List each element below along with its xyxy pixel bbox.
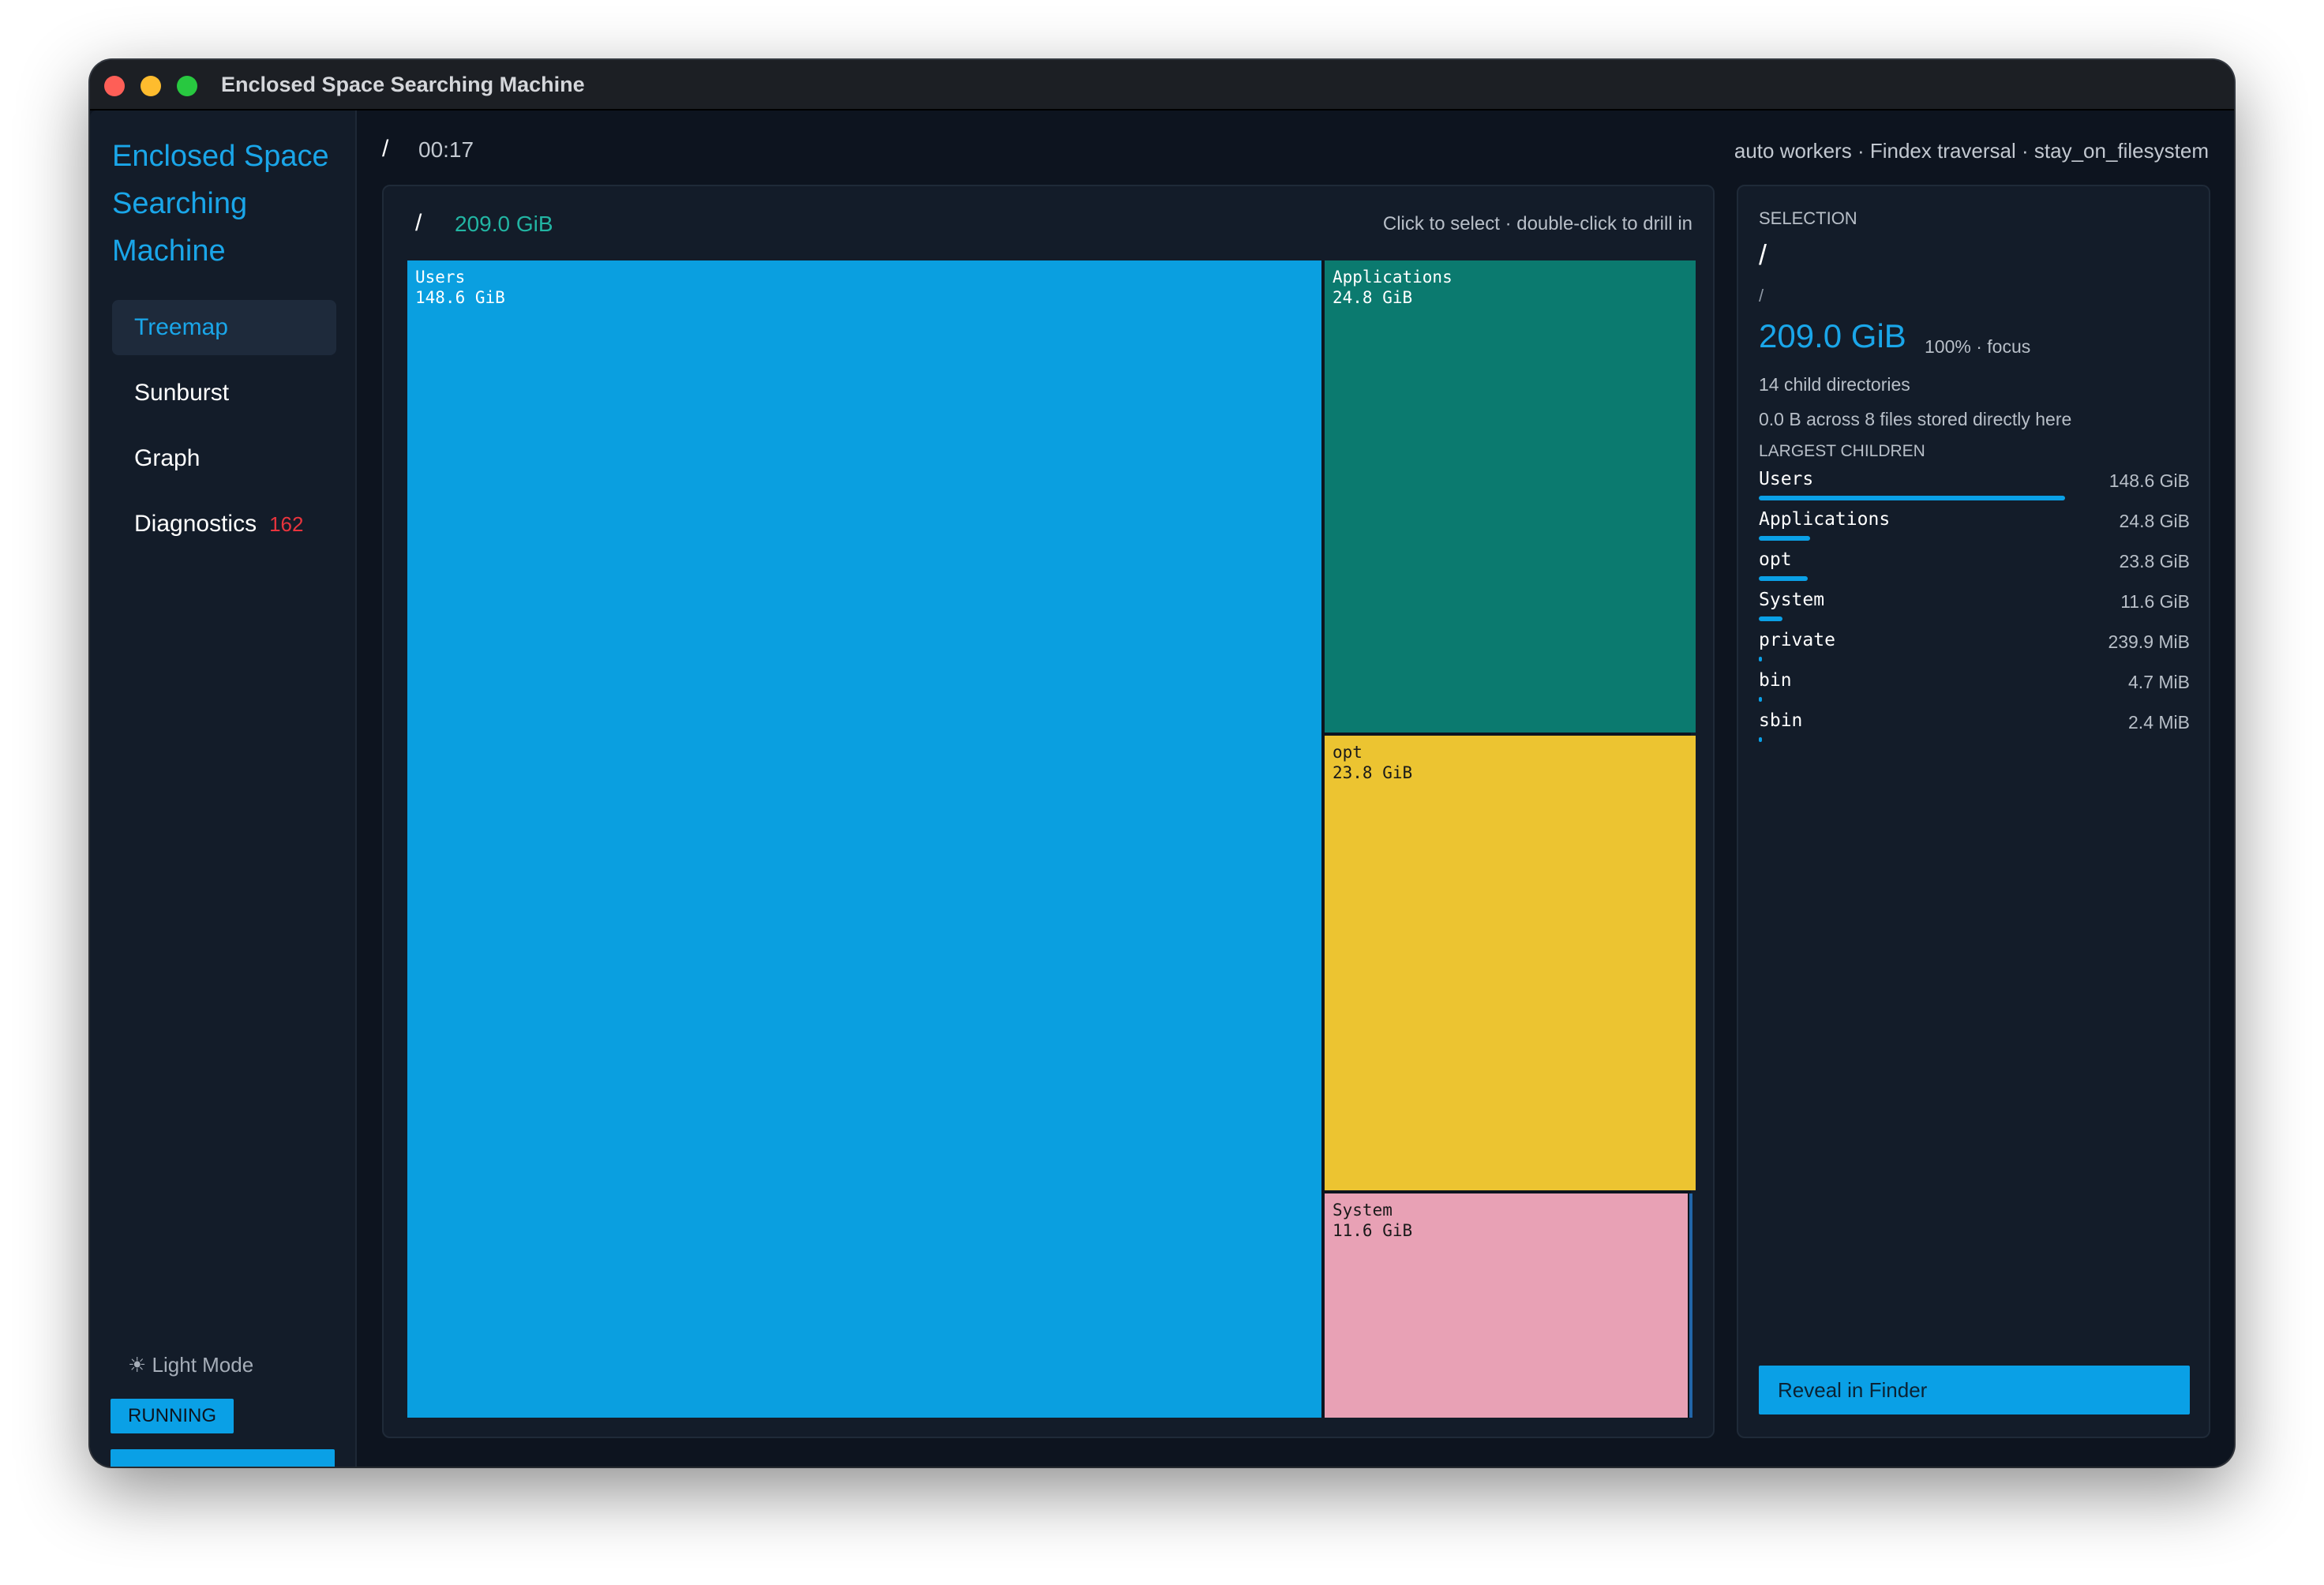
selection-panel: SELECTION / / 209.0 GiB 100% · focus 14 … <box>1737 185 2210 1438</box>
child-row-bin[interactable]: bin 4.7 MiB <box>1759 670 2190 710</box>
selection-percent-focus: 100% · focus <box>1925 336 2031 357</box>
zoom-window-button[interactable] <box>177 76 197 96</box>
child-name: Applications <box>1759 509 1891 530</box>
child-name: sbin <box>1759 710 1803 731</box>
tile-size: 23.8 GiB <box>1333 763 1413 782</box>
treemap: Users 148.6 GiB Applications 24.8 GiB op… <box>407 260 1696 1418</box>
child-directories-count: 14 child directories <box>1759 374 1910 395</box>
treemap-panel: / 209.0 GiB Click to select · double-cli… <box>382 185 1715 1438</box>
child-size: 4.7 MiB <box>2128 672 2190 692</box>
child-size-bar <box>1759 536 1810 541</box>
selection-path: / <box>1759 286 1764 305</box>
selection-size: 209.0 GiB <box>1759 317 1906 354</box>
status-badge: RUNNING <box>111 1399 234 1433</box>
tile-label: Applications <box>1333 268 1452 287</box>
treemap-tile-small[interactable] <box>1689 1193 1692 1418</box>
sidebar: Enclosed Space Searching Machine Treemap… <box>90 111 357 1467</box>
child-row-private[interactable]: private 239.9 MiB <box>1759 630 2190 670</box>
sidebar-item-graph[interactable]: Graph <box>112 431 336 486</box>
largest-children-list: Users 148.6 GiB Applications 24.8 GiB op… <box>1759 469 2190 751</box>
minimize-window-button[interactable] <box>141 76 161 96</box>
child-row-sbin[interactable]: sbin 2.4 MiB <box>1759 710 2190 751</box>
sidebar-item-label: Treemap <box>134 314 228 340</box>
app-window: Enclosed Space Searching Machine Enclose… <box>90 60 2234 1467</box>
elapsed-time: 00:17 <box>418 137 474 162</box>
child-size-bar <box>1759 496 2065 500</box>
diagnostics-count-badge: 162 <box>269 512 304 536</box>
child-name: Users <box>1759 469 1814 489</box>
child-size: 24.8 GiB <box>2119 511 2191 531</box>
new-scan-button[interactable]: New Scan <box>111 1449 335 1467</box>
treemap-tile-opt[interactable]: opt 23.8 GiB <box>1325 736 1696 1190</box>
app-name: Enclosed Space Searching Machine <box>112 140 329 268</box>
sidebar-item-label: Graph <box>134 445 201 471</box>
sidebar-item-label: Sunburst <box>134 380 230 406</box>
treemap-path: / <box>415 210 422 236</box>
reveal-in-finder-button[interactable]: Reveal in Finder <box>1759 1366 2190 1415</box>
child-size: 2.4 MiB <box>2128 712 2190 733</box>
selection-heading: SELECTION <box>1759 208 1857 228</box>
sidebar-item-label: Diagnostics <box>134 511 257 537</box>
child-name: bin <box>1759 670 1792 691</box>
child-row-users[interactable]: Users 148.6 GiB <box>1759 469 2190 509</box>
child-name: private <box>1759 630 1835 650</box>
sidebar-nav: Treemap Sunburst Graph Diagnostics 162 <box>112 300 336 562</box>
window-title: Enclosed Space Searching Machine <box>221 73 585 96</box>
child-name: opt <box>1759 549 1792 570</box>
treemap-hint: Click to select · double-click to drill … <box>1382 213 1692 234</box>
treemap-tile-applications[interactable]: Applications 24.8 GiB <box>1325 260 1696 733</box>
sidebar-item-treemap[interactable]: Treemap <box>112 300 336 355</box>
scan-settings-info: auto workers · Findex traversal · stay_o… <box>1734 139 2209 163</box>
treemap-tile-system[interactable]: System 11.6 GiB <box>1325 1193 1688 1418</box>
child-size: 148.6 GiB <box>2108 470 2190 491</box>
tile-label: Users <box>415 268 466 287</box>
child-size: 239.9 MiB <box>2108 631 2190 652</box>
child-row-applications[interactable]: Applications 24.8 GiB <box>1759 509 2190 549</box>
direct-files-info: 0.0 B across 8 files stored directly her… <box>1759 409 2072 429</box>
sidebar-item-sunburst[interactable]: Sunburst <box>112 365 336 421</box>
light-mode-toggle[interactable]: ☀ Light Mode <box>128 1353 253 1377</box>
current-path: / <box>382 136 389 162</box>
child-size-bar <box>1759 576 1808 581</box>
tile-size: 24.8 GiB <box>1333 288 1413 307</box>
child-size-bar <box>1759 616 1782 621</box>
child-size: 23.8 GiB <box>2119 551 2191 571</box>
child-row-system[interactable]: System 11.6 GiB <box>1759 590 2190 630</box>
largest-children-heading: LARGEST CHILDREN <box>1759 442 1925 460</box>
tile-label: opt <box>1333 743 1363 762</box>
title-bar: Enclosed Space Searching Machine <box>90 60 2234 111</box>
child-row-opt[interactable]: opt 23.8 GiB <box>1759 549 2190 590</box>
tile-size: 11.6 GiB <box>1333 1221 1413 1240</box>
treemap-tile-users[interactable]: Users 148.6 GiB <box>407 260 1321 1418</box>
sidebar-item-diagnostics[interactable]: Diagnostics 162 <box>112 496 336 552</box>
treemap-total-size: 209.0 GiB <box>455 212 553 236</box>
close-window-button[interactable] <box>104 76 125 96</box>
child-name: System <box>1759 590 1825 610</box>
child-size-bar <box>1759 697 1762 702</box>
child-size-bar <box>1759 737 1762 742</box>
tile-size: 148.6 GiB <box>415 288 505 307</box>
selection-name: / <box>1759 238 1767 271</box>
child-size-bar <box>1759 657 1762 661</box>
child-size: 11.6 GiB <box>2120 591 2190 612</box>
tile-label: System <box>1333 1201 1393 1220</box>
